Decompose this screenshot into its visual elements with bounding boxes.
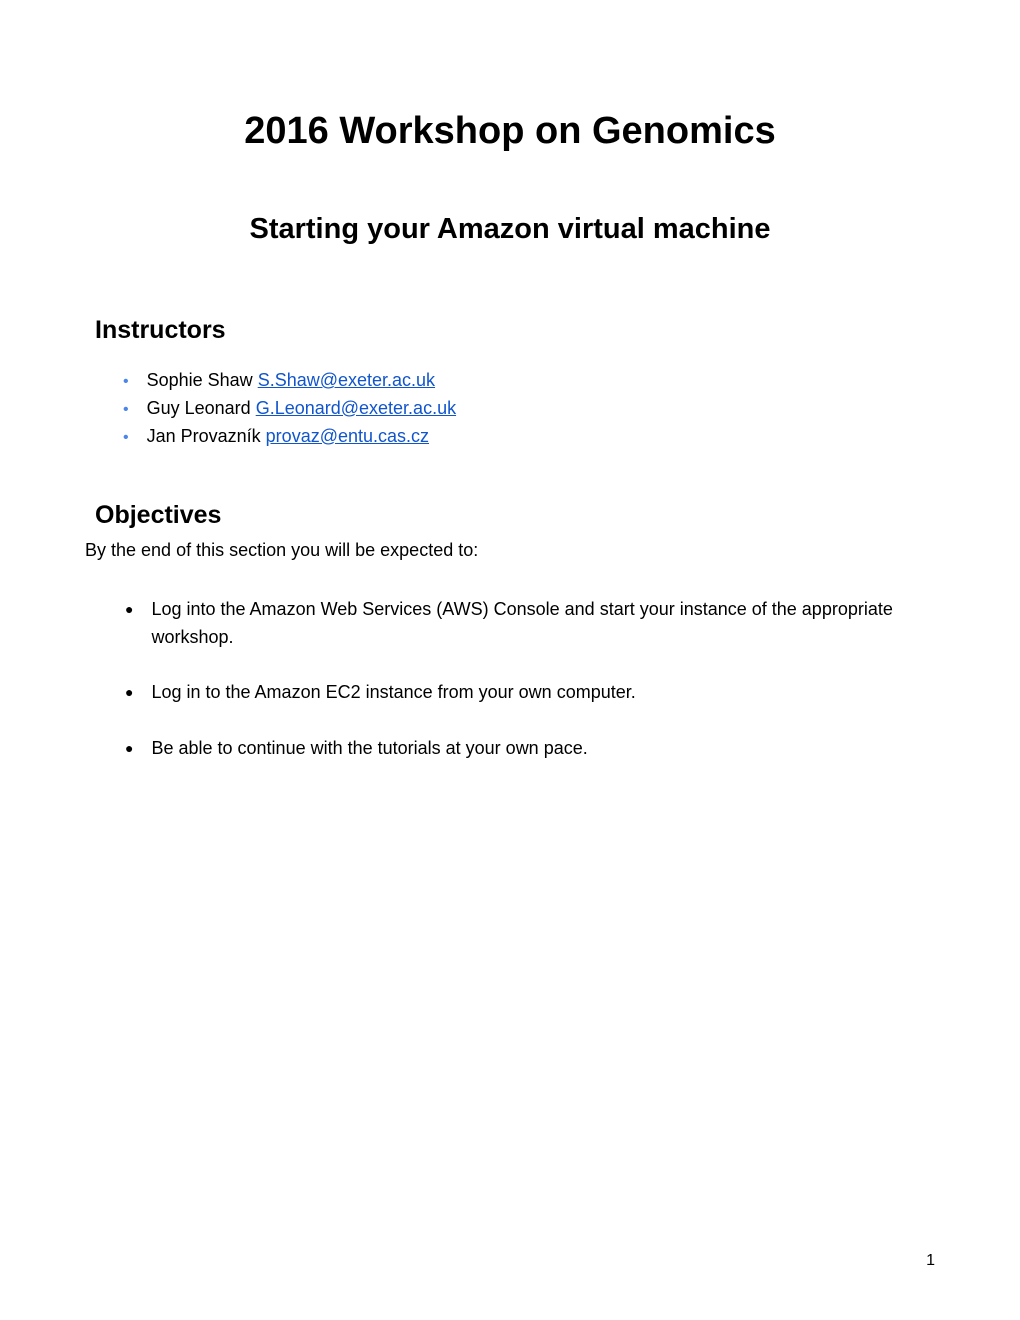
instructor-name: Sophie Shaw: [147, 367, 253, 395]
page-number: 1: [926, 1252, 935, 1270]
bullet-icon: •: [123, 426, 129, 451]
bullet-icon: ●: [125, 599, 133, 621]
instructor-email-link[interactable]: provaz@entu.cas.cz: [266, 423, 429, 451]
instructor-name: Guy Leonard: [147, 395, 251, 423]
list-item: • Sophie Shaw S.Shaw@exeter.ac.uk: [125, 367, 935, 395]
bullet-icon: ●: [125, 738, 133, 760]
instructor-email-link[interactable]: S.Shaw@exeter.ac.uk: [258, 367, 435, 395]
list-item: • Jan Provazník provaz@entu.cas.cz: [125, 423, 935, 451]
objectives-list: ● Log into the Amazon Web Services (AWS)…: [125, 596, 935, 764]
bullet-icon: •: [123, 370, 129, 395]
bullet-icon: ●: [125, 682, 133, 704]
objectives-heading: Objectives: [95, 501, 935, 530]
instructor-name: Jan Provazník: [147, 423, 261, 451]
instructors-heading: Instructors: [95, 316, 935, 345]
list-item: ● Log into the Amazon Web Services (AWS)…: [125, 596, 935, 652]
objectives-intro: By the end of this section you will be e…: [85, 540, 935, 561]
page-title: 2016 Workshop on Genomics: [85, 110, 935, 153]
instructor-email-link[interactable]: G.Leonard@exeter.ac.uk: [256, 395, 456, 423]
instructors-list: • Sophie Shaw S.Shaw@exeter.ac.uk • Guy …: [125, 367, 935, 451]
list-item: ● Be able to continue with the tutorials…: [125, 735, 935, 763]
bullet-icon: •: [123, 398, 129, 423]
objective-text: Log in to the Amazon EC2 instance from y…: [151, 679, 935, 707]
page-subtitle: Starting your Amazon virtual machine: [85, 213, 935, 246]
list-item: • Guy Leonard G.Leonard@exeter.ac.uk: [125, 395, 935, 423]
objective-text: Log into the Amazon Web Services (AWS) C…: [151, 596, 935, 652]
list-item: ● Log in to the Amazon EC2 instance from…: [125, 679, 935, 707]
objective-text: Be able to continue with the tutorials a…: [151, 735, 935, 763]
